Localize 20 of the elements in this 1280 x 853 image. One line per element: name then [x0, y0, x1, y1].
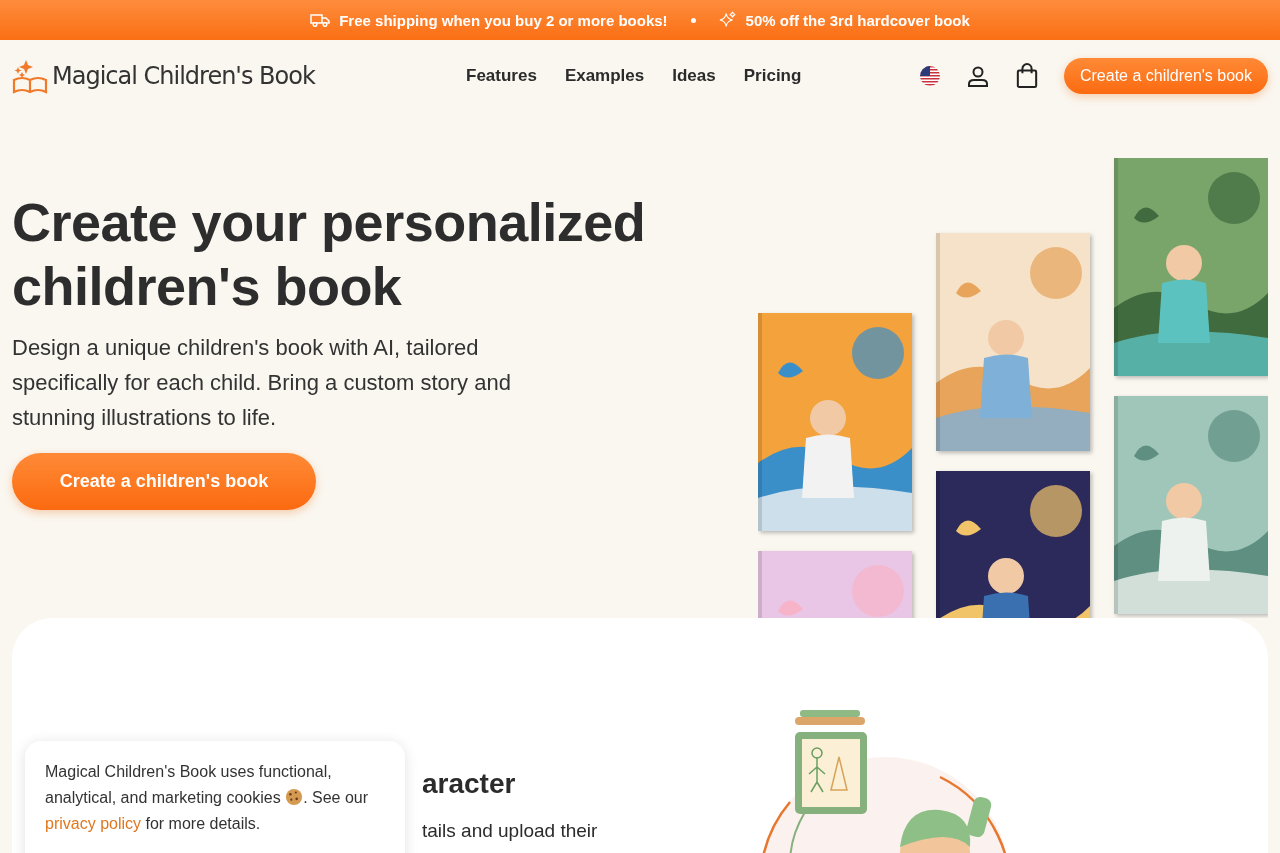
- truck-icon: [310, 13, 331, 27]
- hero-subtitle: Design a unique children's book with AI, tailored specifically for each child. Bring a custom story and stunning illustrations to life.: [12, 334, 512, 432]
- flag-icon[interactable]: [919, 66, 940, 86]
- separator-dot: [690, 17, 696, 23]
- shopping-bag-icon[interactable]: [1015, 63, 1038, 89]
- nav-link[interactable]: Examples: [564, 66, 645, 86]
- section-heading: aracter: [422, 768, 517, 800]
- book-sparkles-icon: [12, 58, 48, 94]
- promo-text: Free shipping when you buy 2 or more books!: [339, 11, 668, 29]
- cookie-text: Magical Children's Book uses functional, analytical, and marketing cookies . See our privacy policy for more details.: [45, 762, 370, 834]
- nav-link[interactable]: Ideas: [672, 66, 716, 86]
- hero-title: Create your personalized children's book: [12, 191, 647, 318]
- cookie-icon: [285, 788, 304, 806]
- nav-link[interactable]: Features: [466, 66, 537, 86]
- logo-text[interactable]: Magical Children's Book: [52, 62, 315, 90]
- sparkles-icon: [718, 11, 737, 29]
- section-text: tails and upload their: [422, 820, 599, 842]
- promo-text: 50% off the 3rd hardcover book: [745, 11, 970, 29]
- nav-link[interactable]: Pricing: [743, 66, 802, 86]
- user-icon[interactable]: [965, 64, 990, 88]
